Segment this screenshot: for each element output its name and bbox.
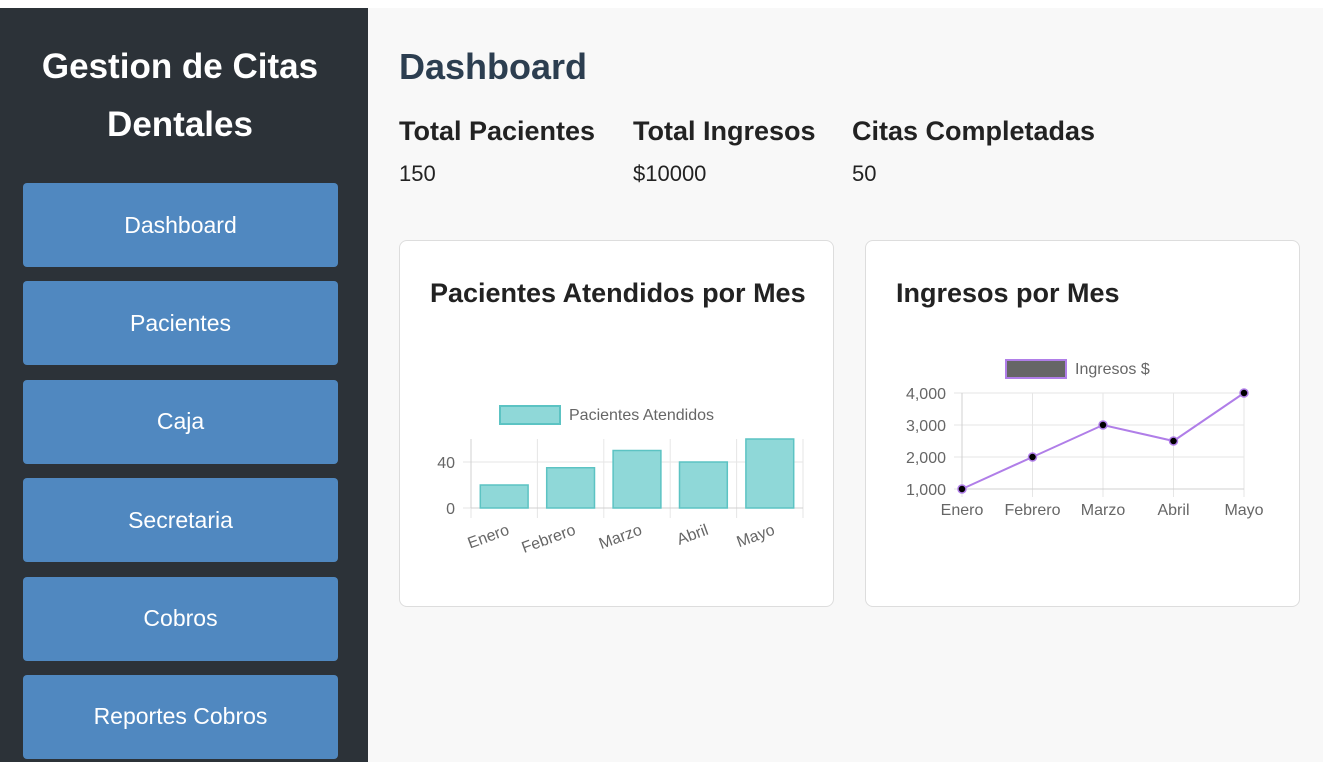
data-point bbox=[957, 484, 967, 494]
y-tick-label: 1,000 bbox=[906, 482, 946, 499]
stat-value: $10000 bbox=[633, 161, 707, 186]
x-tick-label: Febrero bbox=[520, 522, 579, 557]
nav-secretaria-button[interactable]: Secretaria bbox=[23, 478, 338, 563]
bar bbox=[678, 461, 729, 509]
sidebar-nav: Dashboard Pacientes Caja Secretaria Cobr… bbox=[23, 183, 338, 762]
stat-label: Total Pacientes bbox=[399, 116, 596, 146]
x-tick-label: Marzo bbox=[1081, 502, 1126, 519]
x-tick-label: Mayo bbox=[1224, 502, 1263, 519]
y-tick-label: 2,000 bbox=[906, 450, 946, 467]
x-tick-label: Mayo bbox=[735, 522, 778, 551]
stat-value: 50 bbox=[852, 161, 877, 186]
bar bbox=[612, 449, 662, 509]
stat-value: 150 bbox=[399, 161, 436, 186]
line-chart: Ingresos $ 1,000 2,000 3,000 4,000 Enero Febre… bbox=[906, 359, 1264, 519]
page-title: Dashboard bbox=[399, 46, 588, 87]
bar bbox=[745, 438, 795, 509]
legend-swatch bbox=[499, 405, 561, 425]
sidebar: Gestion de Citas Dentales Dashboard Paci… bbox=[0, 8, 368, 762]
nav-caja-button[interactable]: Caja bbox=[23, 379, 338, 464]
app-title-line2: Dentales bbox=[107, 105, 253, 144]
x-tick-label: Enero bbox=[466, 522, 512, 553]
bar-chart-card: Pacientes Atendidos por Mes Pacientes At… bbox=[399, 240, 834, 607]
app-title: Gestion de Citas Dentales bbox=[0, 38, 360, 154]
x-tick-label: Abril bbox=[675, 522, 711, 549]
stat-total-pacientes: Total Pacientes 150 bbox=[399, 116, 595, 187]
top-strip bbox=[0, 0, 1323, 8]
line-chart-card: Ingresos por Mes Ingresos $1,000 2,000 3,0… bbox=[865, 240, 1300, 607]
bar-chart: Pacientes Atendidos 0 40 Enero Febrero Marzo A… bbox=[437, 405, 804, 557]
main-content: Dashboard Total Pacientes 150 Total Ingr… bbox=[399, 8, 1323, 762]
nav-dashboard-button[interactable]: Dashboard bbox=[23, 183, 338, 267]
y-tick-label: 4,000 bbox=[906, 386, 946, 403]
bar bbox=[545, 467, 596, 509]
y-tick-label: 0 bbox=[446, 501, 455, 518]
stat-citas-completadas: Citas Completadas 50 bbox=[852, 116, 1095, 187]
x-tick-label: Enero bbox=[941, 502, 984, 519]
y-tick-label: 40 bbox=[437, 455, 455, 472]
data-point bbox=[1239, 388, 1249, 398]
nav-reportes-cobros-button[interactable]: Reportes Cobros bbox=[23, 674, 338, 759]
data-point bbox=[1098, 420, 1108, 430]
bar bbox=[479, 484, 529, 509]
data-point bbox=[1027, 452, 1038, 462]
nav-pacientes-button[interactable]: Pacientes bbox=[23, 281, 338, 366]
x-tick-label: Febrero bbox=[1004, 502, 1060, 519]
app-title-line1: Gestion de Citas bbox=[41, 47, 319, 86]
x-tick-label: Marzo bbox=[597, 522, 645, 553]
stat-total-ingresos: Total Ingresos $10000 bbox=[633, 116, 816, 187]
legend-label: Pacientes Atendidos bbox=[569, 407, 714, 424]
x-tick-label: Abril bbox=[1157, 502, 1189, 519]
legend-label: Ingresos $ bbox=[1075, 361, 1150, 378]
stat-label: Total Ingresos bbox=[633, 116, 816, 146]
nav-cobros-button[interactable]: Cobros bbox=[23, 576, 338, 661]
legend-swatch bbox=[1005, 359, 1067, 379]
y-tick-label: 3,000 bbox=[906, 418, 946, 435]
data-point bbox=[1168, 436, 1179, 446]
stat-label: Citas Completadas bbox=[852, 116, 1096, 146]
